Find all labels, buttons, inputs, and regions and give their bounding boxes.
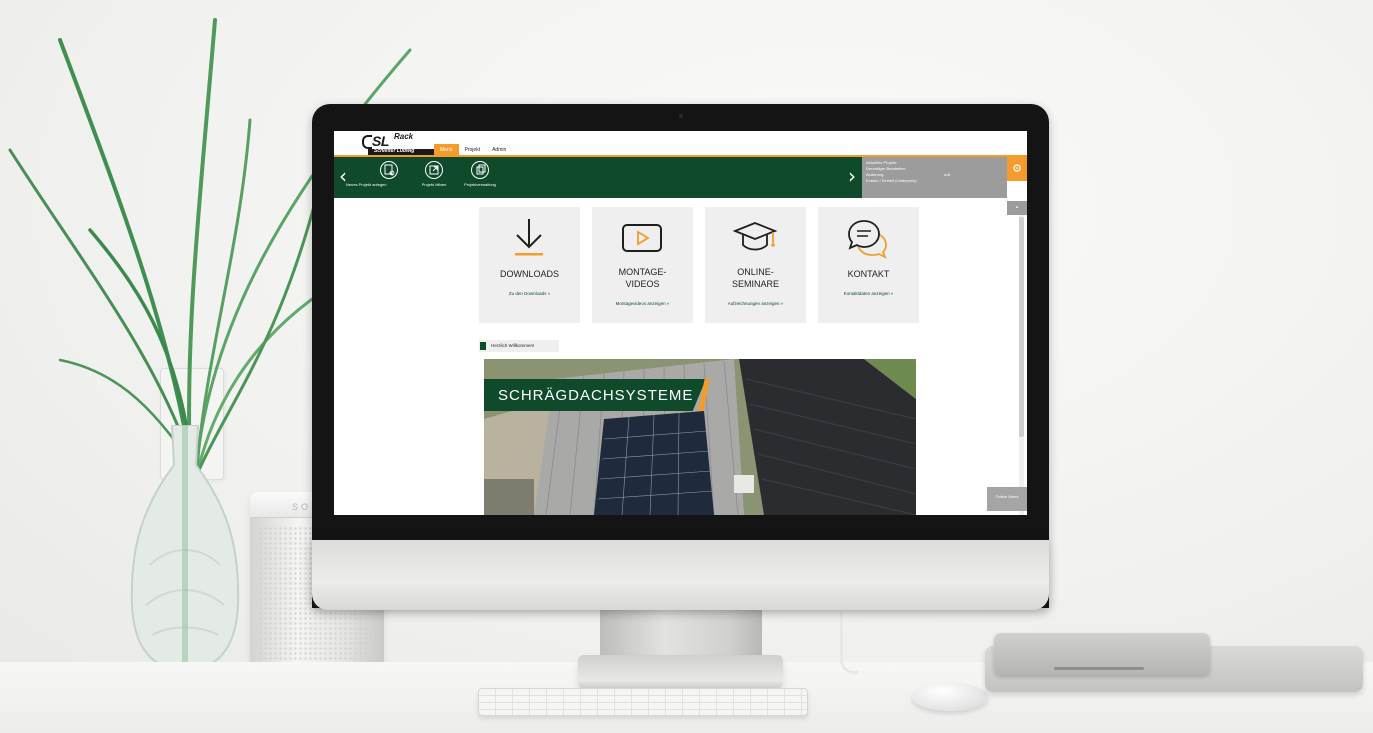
gear-icon: ⚙ [1012, 162, 1022, 175]
download-icon [515, 219, 543, 256]
card-seminare-link[interactable]: Aufzeichnungen anzeigen » [705, 301, 806, 306]
card-seminare-title-1: ONLINE- [737, 267, 774, 277]
card-videos-title-2: VIDEOS [625, 279, 660, 289]
window-icon: ▪ [1015, 205, 1019, 211]
card-downloads[interactable]: DOWNLOADS Zu den Downloads » [479, 207, 580, 323]
speaker-brand: SO [292, 502, 312, 512]
card-kontakt-title: KONTAKT [847, 269, 890, 279]
monitor-stand-neck [600, 610, 762, 660]
chat-bubbles-icon [848, 220, 887, 259]
quicklink-cards: DOWNLOADS Zu den Downloads » MONTAGE- VI… [479, 207, 931, 323]
logo-brand-sub: Schletter Ludwig [374, 148, 415, 154]
monitor-chin [312, 540, 1049, 610]
card-kontakt-link[interactable]: Kontaktdaten anzeigen » [818, 291, 919, 296]
new-project-icon [380, 161, 398, 179]
monitor-camera [679, 114, 683, 118]
open-project-label: Projekt öffnen [421, 182, 447, 187]
tablet [994, 633, 1210, 675]
monitor-stand-foot [578, 655, 783, 691]
card-seminare-title-2: SEMINARE [731, 279, 779, 289]
tablet-slot [1054, 667, 1144, 670]
tab-projekt[interactable]: Projekt [459, 144, 487, 155]
toolbar-next-arrow[interactable]: › [848, 166, 856, 186]
keyboard [478, 688, 808, 716]
info-row-cost: Kosten / Einheit (Lieferpreis): [866, 178, 918, 183]
project-management-button[interactable]: Projektverwaltung [454, 161, 506, 197]
welcome-tab: Herzlich Willkommen! [479, 340, 559, 352]
online-users-button[interactable]: Online Users [987, 487, 1027, 511]
tab-menu[interactable]: Menü [434, 144, 459, 155]
tab-admin[interactable]: Admin [486, 144, 512, 155]
settings-button[interactable]: ⚙ [1007, 157, 1027, 181]
project-info-panel: Aktuelles Projekt: Derzeitiger Bearbeite… [862, 157, 1007, 198]
card-videos-link[interactable]: Montagevideos anzeigen » [592, 301, 693, 306]
card-kontakt[interactable]: KONTAKT Kontaktdaten anzeigen » [818, 207, 919, 323]
card-downloads-link[interactable]: Zu den Downloads » [479, 291, 580, 296]
card-online-seminare[interactable]: ONLINE- SEMINARE Aufzeichnungen anzeigen… [705, 207, 806, 323]
logo-bracket [362, 135, 372, 149]
open-project-icon [425, 161, 443, 179]
welcome-marker [480, 342, 486, 350]
hero-title: SCHRÄGDACHSYSTEME [498, 387, 694, 404]
card-downloads-title: DOWNLOADS [499, 269, 559, 279]
app-screen: SL Rack Schletter Ludwig Menü Projekt Ad… [334, 131, 1027, 515]
card-montage-videos[interactable]: MONTAGE- VIDEOS Montagevideos anzeigen » [592, 207, 693, 323]
main-nav-tabs: Menü Projekt Admin [434, 144, 512, 155]
open-project-button[interactable]: Projekt öffnen [414, 161, 454, 197]
scrollbar-thumb[interactable] [1019, 217, 1024, 437]
video-play-icon [622, 224, 662, 252]
hero-slider[interactable]: SCHRÄGDACHSYSTEME [484, 359, 916, 515]
logo-brand-suffix: Rack [394, 132, 414, 141]
slrack-logo[interactable]: SL Rack Schletter Ludwig [362, 132, 440, 155]
card-videos-title-1: MONTAGE- [618, 267, 667, 277]
project-management-label: Projektverwaltung [464, 182, 496, 187]
new-project-label: Neues Projekt anlegen [346, 182, 387, 187]
glass-vase [130, 425, 240, 670]
logo-brand-main: SL [372, 133, 389, 149]
power-cable [840, 612, 858, 674]
side-panel-toggle[interactable]: ▪ [1007, 201, 1027, 215]
mouse [912, 683, 988, 711]
project-management-icon [471, 161, 489, 179]
welcome-text: Herzlich Willkommen! [491, 343, 535, 348]
project-toolbar: ‹ Neues Projekt anlegen Projekt öffnen P… [334, 157, 862, 198]
new-project-button[interactable]: Neues Projekt anlegen [336, 161, 406, 197]
graduation-cap-icon [732, 222, 778, 251]
